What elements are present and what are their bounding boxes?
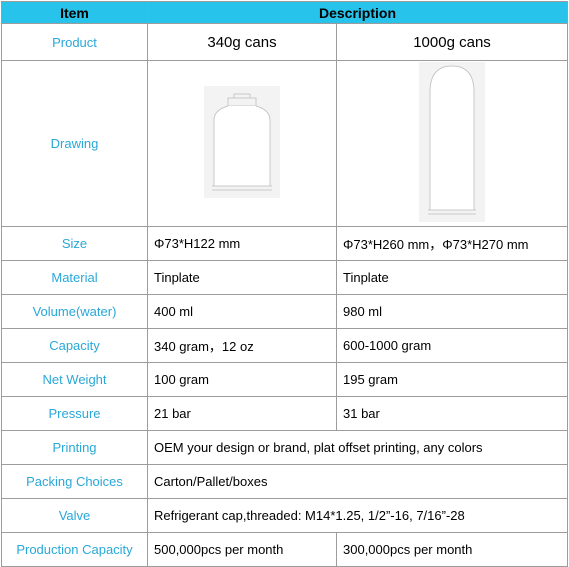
table-row: Valve Refrigerant cap,threaded: M14*1.25… — [1, 498, 569, 533]
short-can-drawing-icon — [204, 86, 280, 198]
row-label-printing: Printing — [1, 430, 148, 465]
tall-can-drawing-icon — [419, 62, 485, 222]
row-label-product: Product — [1, 23, 148, 61]
cell-value: 500,000pcs per month — [147, 532, 337, 567]
row-label-production: Production Capacity — [1, 532, 148, 567]
table-row: Drawing — [1, 60, 569, 227]
row-label: Net Weight — [1, 362, 148, 397]
printing-value: OEM your design or brand, plat offset pr… — [146, 430, 569, 465]
cell-value: 21 bar — [147, 396, 337, 431]
row-label: Material — [1, 260, 148, 295]
table-row: Volume(water) 400 ml 980 ml — [1, 294, 569, 329]
spec-table: Item Description Product 340g cans 1000g… — [1, 1, 569, 567]
table-row: Pressure 21 bar 31 bar — [1, 396, 569, 431]
product-1000g: 1000g cans — [335, 23, 569, 61]
table-row: Product 340g cans 1000g cans — [1, 23, 569, 61]
row-label: Size — [1, 226, 148, 261]
row-label-valve: Valve — [1, 498, 148, 533]
table-row: Capacity 340 gram，12 oz 600-1000 gram — [1, 328, 569, 363]
product-340g: 340g cans — [147, 23, 337, 61]
cell-value: 300,000pcs per month — [335, 532, 569, 567]
cell-value: 400 ml — [147, 294, 337, 329]
row-label: Capacity — [1, 328, 148, 363]
table-row: Net Weight 100 gram 195 gram — [1, 362, 569, 397]
valve-value: Refrigerant cap,threaded: M14*1.25, 1/2”… — [146, 498, 569, 533]
table-row: Packing Choices Carton/Pallet/boxes — [1, 464, 569, 499]
table-row: Material Tinplate Tinplate — [1, 260, 569, 295]
cell-value: 600-1000 gram — [335, 328, 569, 363]
cell-value: 100 gram — [147, 362, 337, 397]
table-row: Production Capacity 500,000pcs per month… — [1, 532, 569, 567]
cell-value: Φ73*H260 mm，Φ73*H270 mm — [335, 226, 569, 261]
drawing-cell-1000g — [335, 60, 569, 227]
cell-value: 31 bar — [335, 396, 569, 431]
cell-value: 980 ml — [335, 294, 569, 329]
table-row: Printing OEM your design or brand, plat … — [1, 430, 569, 465]
header-description: Description — [146, 1, 569, 24]
header-row: Item Description — [1, 1, 569, 24]
row-label: Pressure — [1, 396, 148, 431]
cell-value: 340 gram，12 oz — [147, 328, 337, 363]
table-row: Size Φ73*H122 mm Φ73*H260 mm，Φ73*H270 mm — [1, 226, 569, 261]
row-label-packing: Packing Choices — [1, 464, 148, 499]
row-label: Volume(water) — [1, 294, 148, 329]
row-label-drawing: Drawing — [1, 60, 148, 227]
header-item: Item — [1, 1, 148, 24]
cell-value: Φ73*H122 mm — [147, 226, 337, 261]
packing-value: Carton/Pallet/boxes — [146, 464, 569, 499]
cell-value: Tinplate — [147, 260, 337, 295]
cell-value: Tinplate — [335, 260, 569, 295]
drawing-cell-340g — [147, 60, 337, 227]
cell-value: 195 gram — [335, 362, 569, 397]
